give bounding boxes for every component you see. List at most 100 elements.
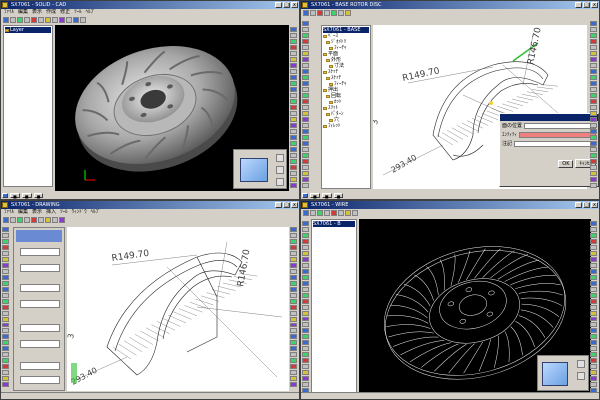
toolbar-button[interactable] bbox=[290, 27, 297, 32]
toolbar-button[interactable] bbox=[24, 217, 30, 223]
toolbar-button[interactable] bbox=[302, 135, 309, 140]
task-button[interactable]: ■ bbox=[10, 193, 20, 199]
toolbar-button[interactable] bbox=[80, 17, 86, 23]
toolbar-button[interactable] bbox=[302, 316, 309, 322]
toolbar-button[interactable] bbox=[290, 286, 297, 292]
toolbar-button[interactable] bbox=[590, 99, 597, 104]
toolbar-button[interactable] bbox=[302, 33, 309, 38]
toolbar-button[interactable] bbox=[302, 99, 309, 104]
toolbar-button[interactable] bbox=[2, 238, 9, 244]
toolbar-button[interactable] bbox=[290, 165, 297, 170]
toolbar-button[interactable] bbox=[290, 352, 297, 358]
toolbar-button[interactable] bbox=[302, 45, 309, 50]
menu-item[interactable]: 表示 bbox=[32, 209, 42, 216]
toolbar-button[interactable] bbox=[302, 238, 309, 244]
toolbar-button[interactable] bbox=[302, 286, 309, 292]
toolbar-button[interactable] bbox=[302, 340, 309, 346]
toolbar-button[interactable] bbox=[3, 17, 9, 23]
toolbar-button[interactable] bbox=[290, 171, 297, 176]
toolbar-button[interactable] bbox=[590, 51, 597, 56]
toolbar-button[interactable] bbox=[73, 17, 79, 23]
toolbar-button[interactable] bbox=[590, 364, 597, 370]
toolbar-button[interactable] bbox=[45, 17, 51, 23]
panel-field[interactable] bbox=[20, 300, 60, 308]
toolbar-button[interactable] bbox=[590, 123, 597, 128]
toolbar-button[interactable] bbox=[302, 358, 309, 364]
toolbar-button[interactable] bbox=[590, 81, 597, 86]
toolbar-button[interactable] bbox=[2, 268, 9, 274]
toolbar-button[interactable] bbox=[303, 210, 309, 216]
minimize-icon[interactable]: _ bbox=[575, 2, 582, 8]
minimize-icon[interactable]: _ bbox=[275, 202, 282, 208]
toolbar-button[interactable] bbox=[59, 217, 65, 223]
toolbar-button[interactable] bbox=[2, 334, 9, 340]
view-cube[interactable] bbox=[542, 362, 568, 386]
menu-item[interactable]: 編集 bbox=[18, 209, 28, 216]
toolbar-button[interactable] bbox=[302, 304, 309, 310]
toolbar-button[interactable] bbox=[3, 217, 9, 223]
toolbar-button[interactable] bbox=[331, 10, 337, 16]
toolbar-button[interactable] bbox=[302, 63, 309, 68]
toolbar-button[interactable] bbox=[310, 10, 316, 16]
toolbar-button[interactable] bbox=[290, 111, 297, 116]
toolbar-button[interactable] bbox=[290, 33, 297, 38]
toolbar-button[interactable] bbox=[590, 147, 597, 152]
drawing-viewport[interactable]: R149.70 R146.70 293.40 3 bbox=[67, 227, 289, 391]
panel-field[interactable] bbox=[20, 340, 60, 348]
toolbar-button[interactable] bbox=[302, 310, 309, 316]
toolbar-button[interactable] bbox=[302, 147, 309, 152]
toolbar-button[interactable] bbox=[290, 141, 297, 146]
toolbar-button[interactable] bbox=[290, 298, 297, 304]
toolbar-button[interactable] bbox=[590, 316, 597, 322]
toolbar-button[interactable] bbox=[338, 10, 344, 16]
toolbar-button[interactable] bbox=[302, 123, 309, 128]
toolbar-button[interactable] bbox=[302, 69, 309, 74]
toolbar-button[interactable] bbox=[302, 177, 309, 182]
toolbar-button[interactable] bbox=[2, 310, 9, 316]
toolbar-button[interactable] bbox=[590, 340, 597, 346]
panel-field[interactable] bbox=[20, 324, 60, 332]
toolbar-button[interactable] bbox=[290, 382, 297, 388]
toolbar-button[interactable] bbox=[302, 322, 309, 328]
toolbar-button[interactable] bbox=[302, 334, 309, 340]
toolbar-button[interactable] bbox=[2, 256, 9, 262]
panel-field[interactable] bbox=[20, 248, 60, 256]
toolbar-button[interactable] bbox=[290, 183, 297, 188]
titlebar[interactable]: SX7061 - SOLID - CAD _ □ x bbox=[1, 1, 299, 9]
start-button[interactable] bbox=[2, 193, 8, 198]
toolbar-button[interactable] bbox=[590, 87, 597, 92]
toolbar-button[interactable] bbox=[2, 328, 9, 334]
toolbar-button[interactable] bbox=[302, 268, 309, 274]
toolbar-button[interactable] bbox=[302, 141, 309, 146]
toolbar-button[interactable] bbox=[345, 210, 351, 216]
toolbar-button[interactable] bbox=[302, 93, 309, 98]
toolbar-button[interactable] bbox=[302, 256, 309, 262]
toolbar-button[interactable] bbox=[302, 51, 309, 56]
toolbar-button[interactable] bbox=[2, 298, 9, 304]
toolbar-button[interactable] bbox=[302, 262, 309, 268]
dim-r2[interactable]: R146.70 bbox=[526, 26, 544, 65]
entity-field[interactable] bbox=[519, 131, 596, 138]
toolbar-button[interactable] bbox=[590, 286, 597, 292]
toolbar-button[interactable] bbox=[2, 304, 9, 310]
toolbar-button[interactable] bbox=[290, 51, 297, 56]
toolbar-button[interactable] bbox=[590, 328, 597, 334]
panel-field[interactable] bbox=[20, 284, 60, 292]
toolbar-button[interactable] bbox=[290, 159, 297, 164]
titlebar[interactable]: SX7061 - BASE ROTOR DISC _ □ x bbox=[301, 1, 599, 9]
toolbar-button[interactable] bbox=[302, 87, 309, 92]
minimize-icon[interactable]: _ bbox=[575, 202, 582, 208]
menu-item[interactable]: ﾌｧｲﾙ bbox=[4, 209, 14, 216]
toolbar-button[interactable] bbox=[590, 33, 597, 38]
minimize-icon[interactable]: _ bbox=[275, 2, 282, 8]
toolbar-button[interactable] bbox=[290, 262, 297, 268]
toolbar-button[interactable] bbox=[302, 370, 309, 376]
toolbar-button[interactable] bbox=[2, 232, 9, 238]
toolbar-button[interactable] bbox=[302, 129, 309, 134]
panel-field[interactable] bbox=[20, 264, 60, 272]
toolbar-button[interactable] bbox=[590, 93, 597, 98]
toolbar-button[interactable] bbox=[345, 10, 351, 16]
toolbar-button[interactable] bbox=[590, 135, 597, 140]
toolbar-button[interactable] bbox=[590, 292, 597, 298]
toolbar-button[interactable] bbox=[290, 153, 297, 158]
